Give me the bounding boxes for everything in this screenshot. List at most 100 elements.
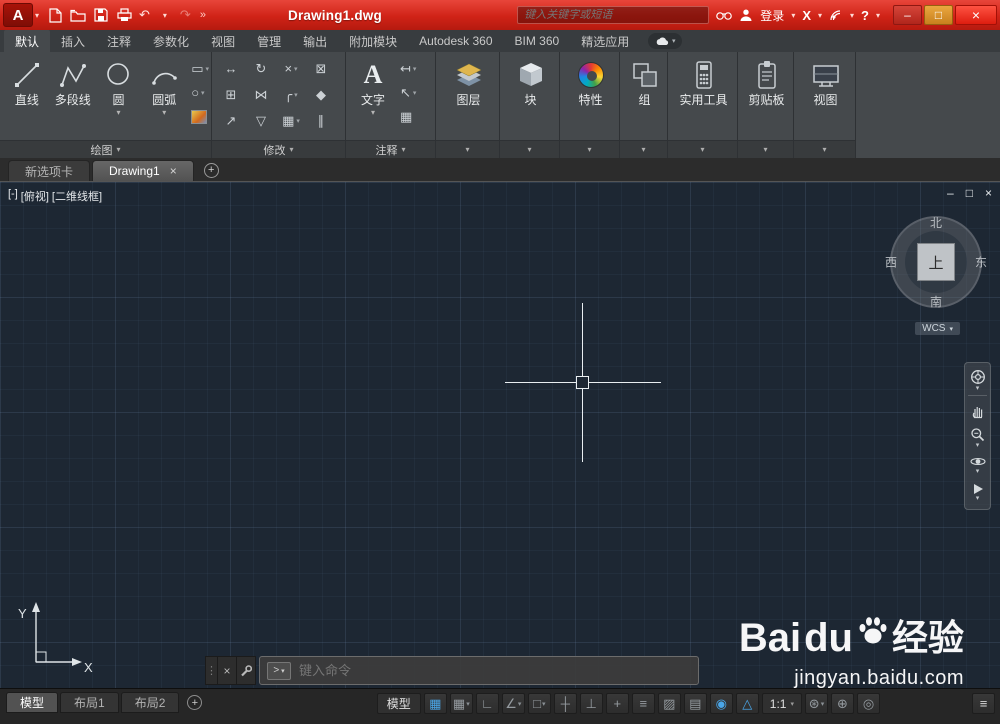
caret-down-icon[interactable]: ▾ (672, 37, 676, 45)
move-tool-button[interactable]: ↔ (216, 59, 246, 79)
caret-down-icon[interactable]: ▾ (35, 11, 39, 20)
circle-tool-button[interactable]: 圆 ▾ (96, 55, 142, 140)
file-tab-Drawing1[interactable]: Drawing1× (92, 160, 194, 181)
arc-tool-button[interactable]: 圆弧 ▾ (141, 55, 187, 140)
new-layout-button[interactable]: + (187, 695, 202, 710)
toolbar-overflow-icon[interactable]: » (200, 9, 206, 21)
close-button[interactable]: × (955, 5, 997, 25)
model-space-toggle[interactable]: 模型 (377, 693, 421, 714)
quick-properties-button[interactable]: ▤ (684, 693, 707, 714)
dimension-tool-button[interactable]: ↤▾ (400, 59, 416, 79)
command-input[interactable]: >▾ (259, 656, 699, 685)
annotation-monitor-button[interactable]: ⊕ (831, 693, 854, 714)
caret-down-icon[interactable]: ▾ (157, 7, 173, 23)
caret-down-icon[interactable]: ▾ (413, 89, 417, 97)
ribbon-tab-附加模块[interactable]: 附加模块 (338, 30, 408, 52)
modify-panel-title[interactable]: 修改 ▾ (212, 140, 345, 158)
properties-panel-title[interactable]: ▾ (560, 140, 619, 158)
new-drawing-tab-button[interactable]: + (204, 163, 219, 178)
lineweight-button[interactable]: ≡ (632, 693, 655, 714)
viewport-menu-button[interactable]: [-] (8, 188, 18, 204)
ribbon-tab-BIM 360[interactable]: BIM 360 (504, 30, 571, 52)
caret-down-icon[interactable]: ▾ (818, 11, 822, 20)
viewcube-north-label[interactable]: 北 (930, 214, 942, 231)
caret-down-icon[interactable]: ▾ (466, 700, 470, 708)
layers-button[interactable]: 图层 (446, 55, 492, 140)
caret-down-icon[interactable]: ▾ (791, 11, 795, 20)
close-tab-icon[interactable]: × (170, 164, 177, 178)
viewcube-south-label[interactable]: 南 (930, 293, 942, 310)
utilities-panel-title[interactable]: ▾ (668, 140, 737, 158)
command-prompt-icon[interactable]: >▾ (267, 662, 291, 680)
table-tool-button[interactable]: ▦ (400, 107, 416, 127)
plot-icon[interactable] (116, 7, 132, 23)
annotation-autoscale-button[interactable]: △ (736, 693, 759, 714)
grid-display-button[interactable]: ▦ (424, 693, 447, 714)
caret-down-icon[interactable]: ▾ (294, 91, 298, 99)
isolate-objects-button[interactable]: ◎ (857, 693, 880, 714)
new-file-icon[interactable] (47, 7, 63, 23)
doc-close-icon[interactable]: × (985, 186, 992, 200)
caret-down-icon[interactable]: ▾ (296, 117, 300, 125)
exchange-apps-icon[interactable]: X (802, 8, 811, 23)
viewcube-west-label[interactable]: 西 (885, 254, 897, 271)
command-line-grip[interactable]: ⋮ (205, 656, 218, 685)
properties-button[interactable]: 特性 (568, 55, 614, 140)
text-tool-button[interactable]: A 文字 ▾ (350, 55, 396, 140)
ellipse-tool-button[interactable]: ○▾ (191, 83, 209, 103)
ribbon-tab-插入[interactable]: 插入 (50, 30, 96, 52)
ribbon-tab-Autodesk 360[interactable]: Autodesk 360 (408, 30, 503, 52)
redo-icon[interactable]: ↷ (180, 7, 191, 23)
rectangle-tool-button[interactable]: ▭▾ (191, 59, 209, 79)
drawing-canvas[interactable]: [-] [俯视] [二维线框] – □ × 北 南 西 东 上 WCS ▾ ▾ (0, 182, 1000, 688)
ribbon-tab-精选应用[interactable]: 精选应用 (570, 30, 640, 52)
showmotion-icon[interactable]: ▾ (972, 480, 984, 504)
caret-down-icon[interactable]: ▾ (976, 442, 980, 449)
mirror-tool-button[interactable]: ⋈ (246, 85, 276, 105)
layout-tab-模型[interactable]: 模型 (6, 692, 58, 713)
offset-tool-button[interactable]: ∥ (306, 111, 336, 131)
viewcube-east-label[interactable]: 东 (975, 254, 987, 271)
hatch-tool-button[interactable] (191, 107, 209, 127)
annotate-panel-title[interactable]: 注释 ▾ (346, 140, 435, 158)
stretch-tool-button[interactable]: ↗ (216, 111, 246, 131)
polar-tracking-button[interactable]: ∠▾ (502, 693, 525, 714)
search-input[interactable] (517, 6, 709, 24)
clipboard-panel-title[interactable]: ▾ (738, 140, 793, 158)
view-button[interactable]: 视图 (803, 55, 849, 140)
application-menu-button[interactable]: A (3, 3, 33, 27)
command-field[interactable] (299, 663, 691, 678)
view-panel-title[interactable]: ▾ (794, 140, 855, 158)
dynamic-ucs-button[interactable]: ⊥ (580, 693, 603, 714)
file-tab-新选项卡[interactable]: 新选项卡 (8, 160, 90, 181)
layout-tab-布局1[interactable]: 布局1 (60, 692, 119, 713)
ribbon-tab-注释[interactable]: 注释 (96, 30, 142, 52)
snap-mode-button[interactable]: ▦▾ (450, 693, 473, 714)
block-panel-title[interactable]: ▾ (500, 140, 559, 158)
explode-tool-button[interactable]: ◆ (306, 85, 336, 105)
navigation-wheel-icon[interactable]: ▾ (970, 368, 986, 392)
draw-panel-title[interactable]: 绘图 ▾ (0, 140, 211, 158)
caret-down-icon[interactable]: ▾ (976, 495, 980, 502)
group-panel-title[interactable]: ▾ (620, 140, 667, 158)
caret-down-icon[interactable]: ▾ (162, 108, 166, 117)
viewcube[interactable]: 北 南 西 东 上 (884, 210, 988, 314)
leader-tool-button[interactable]: ↖▾ (400, 83, 416, 103)
caret-down-icon[interactable]: ▾ (876, 11, 880, 20)
viewport-visual-style-button[interactable]: [二维线框] (52, 188, 102, 204)
annotation-scale-button[interactable]: 1:1 ▾ (762, 693, 802, 714)
annotation-visibility-button[interactable]: ◉ (710, 693, 733, 714)
caret-down-icon[interactable]: ▾ (201, 89, 205, 97)
undo-icon[interactable]: ↶ (139, 7, 150, 23)
array-tool-button[interactable]: ▦▾ (276, 111, 306, 131)
signin-button[interactable]: 登录 (760, 7, 784, 24)
ortho-mode-button[interactable]: ∟ (476, 693, 499, 714)
caret-down-icon[interactable]: ▾ (205, 65, 209, 73)
caret-down-icon[interactable]: ▾ (850, 11, 854, 20)
caret-down-icon[interactable]: ▾ (413, 65, 417, 73)
wcs-selector[interactable]: WCS ▾ (915, 322, 960, 335)
copy-tool-button[interactable]: ⊞ (216, 85, 246, 105)
line-tool-button[interactable]: 直线 (4, 55, 50, 140)
caret-down-icon[interactable]: ▾ (294, 65, 298, 73)
polyline-tool-button[interactable]: 多段线 (50, 55, 96, 140)
